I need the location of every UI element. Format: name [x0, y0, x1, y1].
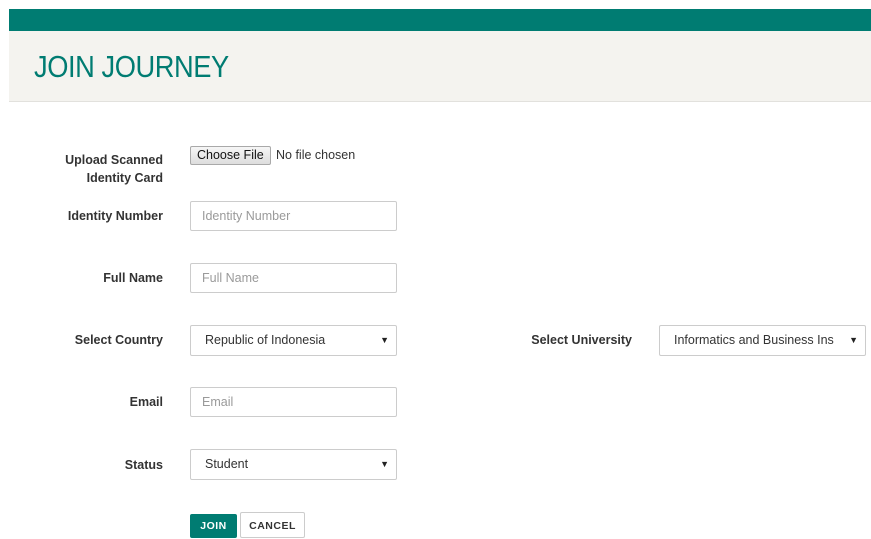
page-title: JOIN JOURNEY: [34, 49, 229, 84]
status-label: Status: [124, 458, 163, 472]
university-selected-value: Informatics and Business Ins: [674, 333, 834, 347]
join-button[interactable]: JOIN: [190, 514, 237, 538]
country-label: Select Country: [74, 333, 163, 347]
cancel-button[interactable]: CANCEL: [240, 512, 305, 538]
email-label: Email: [129, 395, 163, 409]
status-selected-value: Student: [205, 457, 249, 471]
file-status-text: No file chosen: [276, 148, 356, 162]
country-select[interactable]: Republic of Indonesia ▼: [190, 325, 397, 356]
full-name-label: Full Name: [103, 271, 163, 285]
top-accent-bar: [9, 9, 871, 31]
email-input[interactable]: [190, 387, 397, 417]
triangle-down-icon: ▼: [380, 459, 389, 469]
page-header: JOIN JOURNEY: [9, 31, 871, 102]
triangle-down-icon: ▼: [380, 335, 389, 345]
choose-file-button[interactable]: Choose File: [190, 146, 271, 165]
full-name-input[interactable]: [190, 263, 397, 293]
university-select[interactable]: Informatics and Business Ins ▼: [659, 325, 866, 356]
university-label: Select University: [531, 333, 632, 347]
upload-label: Upload Scanned Identity Card: [65, 153, 163, 185]
identity-number-label: Identity Number: [67, 209, 163, 223]
triangle-down-icon: ▼: [849, 335, 858, 345]
status-select[interactable]: Student ▼: [190, 449, 397, 480]
identity-number-input[interactable]: [190, 201, 397, 231]
country-selected-value: Republic of Indonesia: [205, 333, 326, 347]
